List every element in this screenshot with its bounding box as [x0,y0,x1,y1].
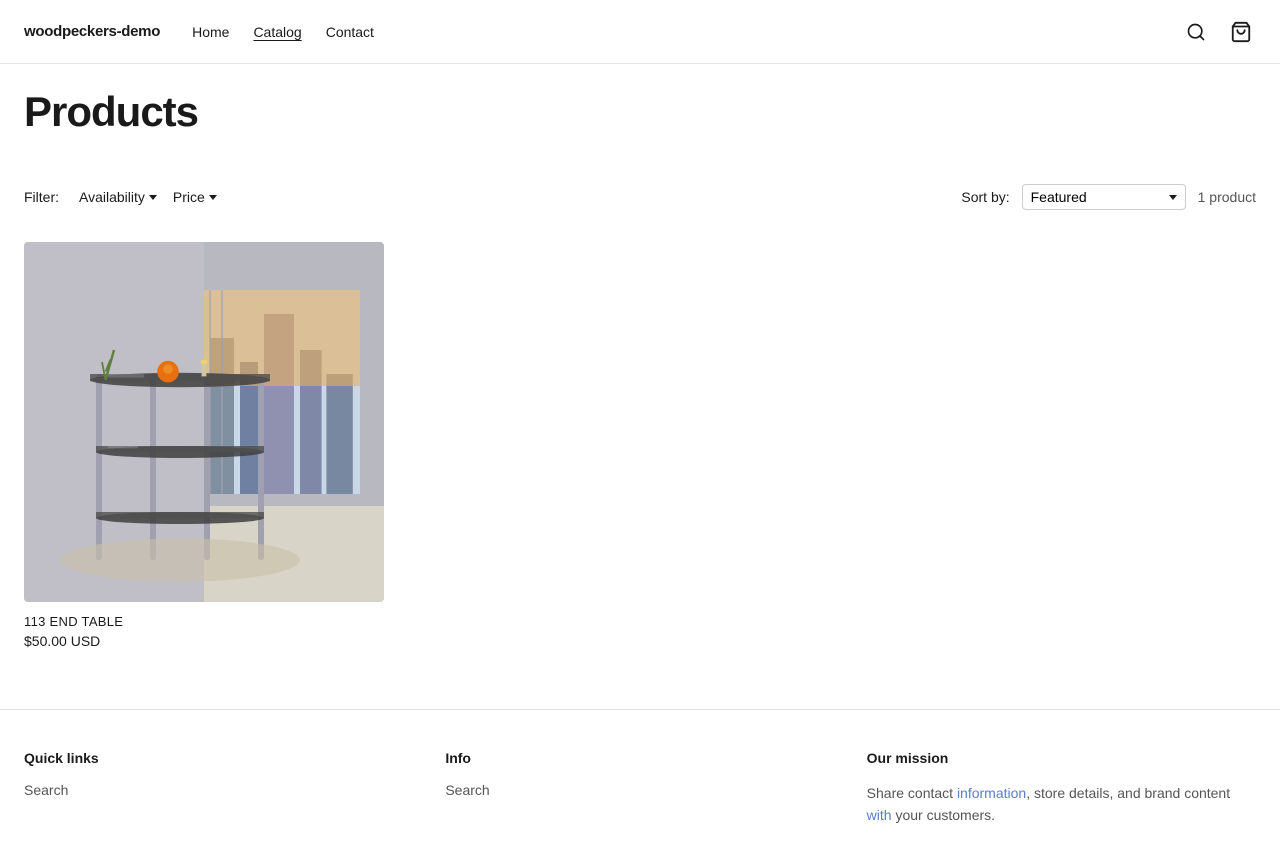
site-logo[interactable]: woodpeckers-demo [24,23,160,40]
footer-quick-links-title: Quick links [24,750,413,766]
price-filter[interactable]: Price [173,185,217,209]
header-left: woodpeckers-demo Home Catalog Contact [24,23,374,40]
availability-chevron-icon [149,195,157,200]
product-card[interactable]: 113 END TABLE $50.00 USD [24,242,384,649]
header-right [1182,17,1256,47]
product-price: $50.00 USD [24,633,384,649]
sort-label: Sort by: [961,189,1009,205]
site-header: woodpeckers-demo Home Catalog Contact [0,0,1280,64]
cart-icon [1230,21,1252,43]
footer-highlight-information: information [957,785,1026,801]
search-button[interactable] [1182,18,1210,46]
main-nav: Home Catalog Contact [192,24,374,40]
sort-select[interactable]: Featured Price: Low to High Price: High … [1031,189,1163,205]
footer-quick-links: Quick links Search [24,750,413,827]
product-image-wrapper [24,242,384,602]
filter-label: Filter: [24,189,59,205]
nav-home[interactable]: Home [192,24,229,40]
price-label: Price [173,189,205,205]
site-footer: Quick links Search Info Search Our missi… [0,709,1280,867]
filter-bar: Filter: Availability Price Sort by: Feat… [24,184,1256,210]
availability-label: Availability [79,189,145,205]
nav-catalog[interactable]: Catalog [253,24,301,40]
footer-info-title: Info [445,750,834,766]
footer-mission-text: Share contact information, store details… [867,782,1256,827]
filter-right: Sort by: Featured Price: Low to High Pri… [961,184,1256,210]
footer-quick-links-search[interactable]: Search [24,782,413,798]
filter-left: Filter: Availability Price [24,185,217,209]
product-image [24,242,384,602]
footer-info-search[interactable]: Search [445,782,834,798]
availability-filter[interactable]: Availability [79,185,157,209]
page-title: Products [24,88,1256,136]
sort-chevron-icon [1169,195,1177,200]
cart-button[interactable] [1226,17,1256,47]
product-name: 113 END TABLE [24,614,384,629]
footer-mission: Our mission Share contact information, s… [867,750,1256,827]
footer-info: Info Search [445,750,834,827]
footer-mission-title: Our mission [867,750,1256,766]
price-chevron-icon [209,195,217,200]
footer-highlight-with: with [867,807,892,823]
main-content: Products Filter: Availability Price Sort… [0,64,1280,709]
product-grid: 113 END TABLE $50.00 USD [24,242,384,649]
product-count: 1 product [1198,189,1256,205]
nav-contact[interactable]: Contact [326,24,374,40]
sort-select-wrapper[interactable]: Featured Price: Low to High Price: High … [1022,184,1186,210]
search-icon [1186,22,1206,42]
